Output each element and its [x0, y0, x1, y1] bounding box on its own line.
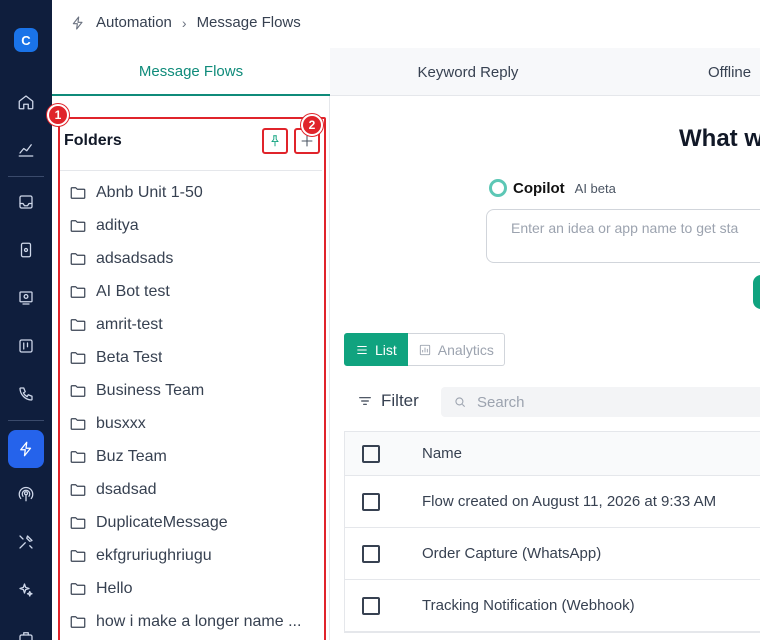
- top-bar: Automation › Message Flows: [52, 0, 760, 48]
- flows-table: Name Flow created on August 11, 2026 at …: [344, 431, 760, 633]
- annotation-marker-2: 2: [301, 114, 323, 136]
- integrations-icon[interactable]: [10, 478, 42, 510]
- list-icon: [357, 345, 367, 354]
- analytics-view-button[interactable]: Analytics: [407, 333, 505, 366]
- copilot-icon: [489, 179, 507, 197]
- analytics-view-label: Analytics: [437, 341, 494, 358]
- home-icon[interactable]: [10, 86, 42, 118]
- app-logo[interactable]: C: [14, 28, 38, 52]
- analytics-icon[interactable]: [10, 134, 42, 166]
- column-name[interactable]: Name: [422, 445, 462, 462]
- briefcase-icon[interactable]: [10, 622, 42, 640]
- tab-bar: Message Flows Keyword Reply Offline: [52, 48, 760, 96]
- search-icon: [455, 397, 466, 408]
- row-checkbox[interactable]: [362, 596, 380, 615]
- annotation-box-folders: [58, 117, 326, 640]
- nav-rail: C: [0, 0, 52, 640]
- chart-icon: [419, 344, 430, 355]
- main-content: What w Copilot AI beta Enter an idea or …: [331, 97, 760, 640]
- automation-icon[interactable]: [8, 430, 44, 468]
- tab-message-flows[interactable]: Message Flows: [52, 48, 330, 96]
- filter-button[interactable]: Filter: [357, 391, 419, 411]
- annotation-marker-1: 1: [47, 104, 69, 126]
- flow-name[interactable]: Tracking Notification (Webhook): [422, 597, 635, 614]
- hero-title: What w: [679, 125, 760, 152]
- copilot-label: Copilot AI beta: [489, 179, 616, 197]
- tab-offline[interactable]: Offline: [606, 48, 760, 96]
- copilot-name: Copilot: [513, 179, 565, 197]
- filter-icon: [359, 397, 371, 405]
- rail-divider: [8, 176, 44, 177]
- list-view-label: List: [375, 341, 397, 358]
- flow-name[interactable]: Flow created on August 11, 2026 at 9:33 …: [422, 493, 716, 510]
- flow-name[interactable]: Order Capture (WhatsApp): [422, 545, 601, 562]
- search-input[interactable]: Search: [441, 387, 760, 417]
- tools-icon[interactable]: [10, 526, 42, 558]
- row-checkbox[interactable]: [362, 492, 380, 511]
- board-icon[interactable]: [10, 330, 42, 362]
- lightning-icon: [72, 15, 83, 30]
- chevron-right-icon: ›: [181, 14, 187, 31]
- phone-contacts-icon[interactable]: [10, 234, 42, 266]
- table-row[interactable]: Order Capture (WhatsApp): [345, 528, 760, 580]
- generate-button[interactable]: [753, 275, 760, 309]
- table-row[interactable]: Flow created on August 11, 2026 at 9:33 …: [345, 476, 760, 528]
- view-toggle: List Analytics: [344, 333, 505, 366]
- rail-divider: [8, 420, 44, 421]
- broadcast-icon[interactable]: [10, 282, 42, 314]
- copilot-badge: AI beta: [574, 180, 616, 196]
- select-all-checkbox[interactable]: [362, 444, 380, 463]
- filter-label: Filter: [381, 391, 419, 410]
- ai-sparkle-icon[interactable]: [10, 574, 42, 606]
- table-row[interactable]: Tracking Notification (Webhook): [345, 580, 760, 632]
- search-placeholder: Search: [477, 393, 525, 411]
- tab-keyword-reply[interactable]: Keyword Reply: [330, 48, 606, 96]
- table-header: Name: [345, 432, 760, 476]
- call-icon[interactable]: [10, 378, 42, 410]
- list-view-button[interactable]: List: [344, 333, 408, 366]
- inbox-icon[interactable]: [10, 186, 42, 218]
- breadcrumb-page: Message Flows: [196, 14, 301, 31]
- row-checkbox[interactable]: [362, 544, 380, 563]
- idea-input[interactable]: Enter an idea or app name to get sta: [486, 209, 760, 263]
- breadcrumb-section[interactable]: Automation: [96, 14, 172, 31]
- breadcrumb: Automation › Message Flows: [70, 14, 301, 31]
